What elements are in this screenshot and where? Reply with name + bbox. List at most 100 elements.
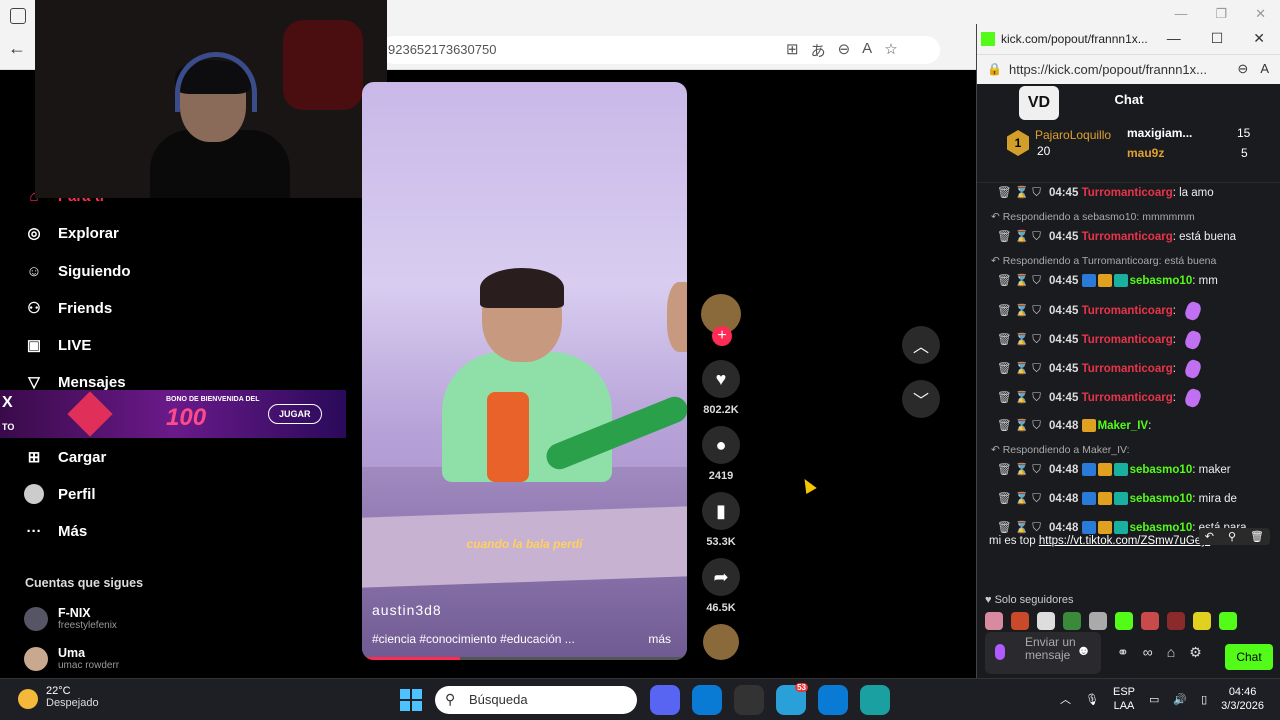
settings-icon[interactable]: ⚙: [1189, 644, 1202, 661]
send-chat-button[interactable]: Chat: [1225, 644, 1273, 670]
clock[interactable]: 04:46 3/3/2026: [1221, 685, 1264, 713]
volume-icon[interactable]: 🔊: [1173, 693, 1187, 706]
close-icon[interactable]: ✕: [1255, 6, 1266, 22]
creator-avatar-button[interactable]: +: [700, 294, 742, 346]
battery-icon[interactable]: ▯: [1201, 693, 1207, 706]
sidebar-item-mensajes[interactable]: ▽ Mensajes: [24, 372, 125, 392]
moderation-icons[interactable]: 🗑 ⌛ ⛉: [997, 464, 1041, 476]
like-button[interactable]: ♥ 802.2K: [700, 360, 742, 416]
following-account[interactable]: F-NIX freestylefenix: [24, 606, 117, 631]
edge-icon[interactable]: [692, 685, 722, 715]
favorite-icon[interactable]: ☆: [884, 40, 897, 61]
chevron-up-icon[interactable]: ︿: [1060, 691, 1071, 707]
network-icon[interactable]: ▭: [1149, 693, 1159, 706]
message-username[interactable]: Turromanticoarg: [1082, 334, 1173, 346]
minimize-icon[interactable]: —: [1174, 6, 1187, 22]
sidebar-item-friends[interactable]: ⚇ Friends: [24, 298, 112, 318]
tab-actions-icon[interactable]: [10, 8, 26, 24]
share-button[interactable]: ➦ 46.5K: [700, 558, 742, 614]
video-progress-bar[interactable]: [362, 657, 687, 660]
discord-icon[interactable]: [650, 685, 680, 715]
language-indicator[interactable]: ESP LAA: [1113, 685, 1135, 713]
read-aloud-icon[interactable]: A: [1260, 61, 1269, 77]
taskbar-search[interactable]: ⚲ Búsqueda: [435, 686, 637, 714]
translate-icon[interactable]: あ: [811, 40, 826, 61]
message-link[interactable]: https://vt.tiktok.com/ZSmw7uGey/: [1039, 535, 1210, 547]
telegram-icon[interactable]: 53: [776, 683, 808, 715]
leader-user[interactable]: PajaroLoquillo: [1035, 128, 1111, 142]
users-icon[interactable]: ⚭: [1117, 644, 1129, 661]
message-username[interactable]: Maker_IV: [1098, 420, 1149, 432]
emote-icon[interactable]: [1167, 612, 1185, 630]
weather-widget[interactable]: 22°C Despejado: [18, 685, 99, 709]
reply-icon[interactable]: ↶: [1205, 530, 1214, 543]
message-username[interactable]: sebasmo10: [1130, 493, 1193, 505]
emote-icon[interactable]: [1141, 612, 1159, 630]
next-video-button[interactable]: ﹀: [902, 380, 940, 418]
message-username[interactable]: Turromanticoarg: [1082, 363, 1173, 375]
channel-logo[interactable]: VD: [1019, 86, 1059, 120]
store-icon[interactable]: ⌂: [1167, 644, 1175, 661]
chat-message[interactable]: 🗑 ⌛ ⛉ 04:48 sebasmo10: mira de: [997, 491, 1237, 506]
message-username[interactable]: sebasmo10: [1130, 464, 1193, 476]
ad-banner[interactable]: X TO BONO DE BIENVENIDA DEL 100 JUGAR: [0, 390, 346, 438]
sidebar-item-mas[interactable]: ··· Más: [24, 521, 88, 541]
save-button[interactable]: ▮ 53.3K: [700, 492, 742, 548]
maximize-icon[interactable]: ☐: [1211, 30, 1224, 47]
edge-icon[interactable]: [860, 685, 890, 715]
chat-message[interactable]: 🗑 ⌛ ⛉ 04:45 Turromanticoarg:: [997, 300, 1203, 322]
video-author[interactable]: austin3d8: [372, 602, 442, 618]
close-icon[interactable]: ✕: [1253, 30, 1265, 47]
following-account[interactable]: Uma umac rowderr: [24, 646, 119, 671]
message-username[interactable]: Turromanticoarg: [1082, 305, 1173, 317]
moderation-icons[interactable]: 🗑 ⌛ ⛉: [997, 231, 1041, 243]
follow-plus-icon[interactable]: +: [712, 326, 732, 346]
sound-disc[interactable]: [700, 624, 742, 660]
zoom-icon[interactable]: ⊖: [838, 40, 851, 61]
emote-icon[interactable]: [1089, 612, 1107, 630]
emote-icon[interactable]: [1063, 612, 1081, 630]
moderation-icons[interactable]: 🗑 ⌛ ⛉: [997, 275, 1041, 287]
restore-icon[interactable]: ❐: [1215, 6, 1227, 22]
sidebar-item-perfil[interactable]: Perfil: [24, 484, 96, 504]
moderation-icons[interactable]: 🗑 ⌛ ⛉: [997, 305, 1041, 317]
message-username[interactable]: sebasmo10: [1130, 275, 1193, 287]
ad-play-button[interactable]: JUGAR: [268, 404, 322, 424]
emote-icon[interactable]: [1219, 612, 1237, 630]
moderation-icons[interactable]: 🗑 ⌛ ⛉: [997, 363, 1041, 375]
previous-video-button[interactable]: ︿: [902, 326, 940, 364]
apps-icon[interactable]: ⊞: [786, 40, 799, 61]
message-username[interactable]: Turromanticoarg: [1082, 231, 1173, 243]
chat-message[interactable]: 🗑 ⌛ ⛉ 04:45 Turromanticoarg: está buena: [997, 229, 1236, 244]
moderation-icons[interactable]: 🗑 ⌛ ⛉: [997, 334, 1041, 346]
sidebar-item-siguiendo[interactable]: ☺ Siguiendo: [24, 261, 130, 281]
leader-user[interactable]: maxigiam...: [1127, 126, 1192, 140]
moderation-icons[interactable]: 🗑 ⌛ ⛉: [997, 493, 1041, 505]
video-hashtags[interactable]: #ciencia #conocimiento #educación ...: [372, 632, 575, 646]
read-aloud-icon[interactable]: A: [862, 40, 872, 61]
chat-message[interactable]: 🗑 ⌛ ⛉ 04:45 Turromanticoarg:: [997, 387, 1203, 409]
emoji-icon[interactable]: ☻: [1076, 643, 1091, 657]
sidebar-item-live[interactable]: ▣ LIVE: [24, 335, 91, 355]
video-player[interactable]: cuando la bala perdí austin3d8 #ciencia …: [362, 82, 687, 660]
moderation-icons[interactable]: 🗑 ⌛ ⛉: [997, 187, 1041, 199]
moderation-icons[interactable]: 🗑 ⌛ ⛉: [997, 522, 1041, 534]
minimize-icon[interactable]: —: [1167, 30, 1181, 47]
emote-icon[interactable]: [1037, 612, 1055, 630]
sidebar-item-explorar[interactable]: ◎ Explorar: [24, 223, 118, 243]
back-icon[interactable]: ←: [8, 38, 26, 59]
delete-icon[interactable]: 🗑: [1250, 530, 1264, 543]
chat-message[interactable]: 🗑 ⌛ ⛉ 04:45 Turromanticoarg: la amo: [997, 185, 1214, 200]
chat-message[interactable]: 🗑 ⌛ ⛉ 04:45 sebasmo10: mm: [997, 273, 1218, 288]
edge-icon[interactable]: [818, 685, 848, 715]
chat-message[interactable]: 🗑 ⌛ ⛉ 04:45 Turromanticoarg:: [997, 329, 1203, 351]
emote-icon[interactable]: [985, 612, 1003, 630]
sidebar-item-cargar[interactable]: ⊞ Cargar: [24, 447, 107, 467]
emote-icon[interactable]: [1011, 612, 1029, 630]
chat-message[interactable]: 🗑 ⌛ ⛉ 04:48 Maker_IV:: [997, 418, 1151, 433]
message-username[interactable]: Turromanticoarg: [1082, 392, 1173, 404]
leader-user[interactable]: mau9z: [1127, 146, 1164, 160]
message-username[interactable]: sebasmo10: [1130, 522, 1193, 534]
message-username[interactable]: Turromanticoarg: [1082, 187, 1173, 199]
chat-message[interactable]: 🗑 ⌛ ⛉ 04:45 Turromanticoarg:: [997, 358, 1203, 380]
